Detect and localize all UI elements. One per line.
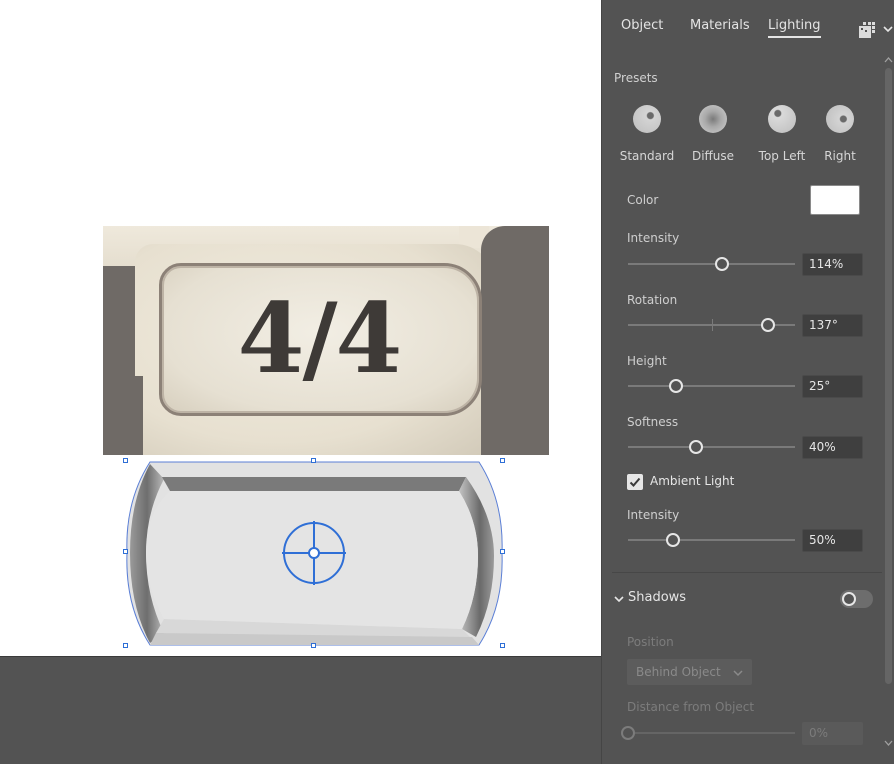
selection-handle-bottom-left[interactable]: [123, 643, 128, 648]
shadow-position-label: Position: [627, 635, 674, 649]
preset-label: Right: [824, 149, 856, 163]
ambient-intensity-field[interactable]: 50%: [802, 529, 863, 552]
slider-knob[interactable]: [666, 533, 681, 547]
chevron-down-icon[interactable]: [614, 594, 624, 604]
section-divider: [612, 572, 882, 573]
3d-rotate-widget-icon[interactable]: [281, 520, 347, 586]
artboard-canvas[interactable]: 4/4: [0, 0, 601, 656]
slider-knob[interactable]: [669, 379, 684, 393]
intensity-field[interactable]: 114%: [802, 253, 863, 276]
checkmark-icon: [629, 477, 641, 487]
preset-top-left[interactable]: Top Left: [752, 105, 812, 163]
selection-handle-top-right[interactable]: [500, 458, 505, 463]
slider-knob[interactable]: [621, 726, 635, 740]
tab-lighting[interactable]: Lighting: [768, 18, 821, 38]
slider-center-tick: [711, 319, 713, 331]
slider-knob[interactable]: [761, 318, 776, 332]
selection-handle-bottom[interactable]: [311, 643, 316, 648]
selection-handle-bottom-right[interactable]: [500, 643, 505, 648]
tab-object[interactable]: Object: [621, 18, 663, 33]
shadow-distance-slider[interactable]: [621, 726, 795, 740]
reference-photo[interactable]: 4/4: [103, 226, 549, 455]
preset-standard-icon: [633, 105, 661, 133]
slider-track: [628, 539, 795, 541]
preset-right-icon: [826, 105, 854, 133]
slider-knob[interactable]: [714, 257, 729, 271]
shadow-distance-label: Distance from Object: [627, 700, 755, 714]
pasteboard[interactable]: [0, 657, 601, 764]
height-slider[interactable]: [628, 379, 795, 393]
slider-track: [628, 263, 795, 265]
shadow-position-select[interactable]: Behind Object: [627, 659, 752, 685]
shadows-heading[interactable]: Shadows: [628, 590, 686, 605]
rotation-slider[interactable]: [628, 318, 795, 332]
preset-label: Diffuse: [691, 149, 735, 163]
slider-track: [628, 732, 795, 734]
slider-knob[interactable]: [689, 440, 704, 454]
ambient-light-label[interactable]: Ambient Light: [650, 474, 734, 488]
intensity-slider[interactable]: [628, 257, 795, 271]
tab-materials[interactable]: Materials: [690, 18, 750, 33]
rotation-field[interactable]: 137°: [802, 314, 863, 337]
color-label: Color: [627, 193, 659, 207]
chevron-down-icon[interactable]: [883, 24, 893, 34]
rotation-label: Rotation: [627, 293, 678, 307]
ambient-intensity-label: Intensity: [627, 508, 680, 522]
selection-handle-left[interactable]: [123, 549, 128, 554]
panel-menu-icon[interactable]: [858, 21, 876, 39]
softness-slider[interactable]: [628, 440, 795, 454]
selection-handle-top-left[interactable]: [123, 458, 128, 463]
slider-track: [628, 385, 795, 387]
chevron-down-icon: [733, 670, 743, 677]
toggle-knob: [842, 592, 856, 606]
light-color-swatch[interactable]: [810, 185, 860, 215]
preset-diffuse[interactable]: Diffuse: [683, 105, 743, 163]
slider-track: [628, 446, 795, 448]
scrollbar-thumb[interactable]: [885, 68, 892, 684]
ambient-light-checkbox[interactable]: [627, 474, 643, 490]
presets-heading: Presets: [614, 71, 658, 85]
shadow-distance-field[interactable]: 0%: [802, 722, 863, 745]
shadows-toggle[interactable]: [840, 590, 873, 608]
shadow-position-value: Behind Object: [636, 665, 721, 679]
ambient-intensity-slider[interactable]: [628, 533, 795, 547]
selection-handle-right[interactable]: [500, 549, 505, 554]
photo-shadow-right: [481, 226, 549, 455]
selection-handle-top[interactable]: [311, 458, 316, 463]
height-label: Height: [627, 354, 667, 368]
preset-label: Top Left: [758, 149, 806, 163]
photo-label-text: 4/4: [237, 282, 403, 395]
preset-diffuse-icon: [699, 105, 727, 133]
preset-standard[interactable]: Standard: [617, 105, 677, 163]
softness-field[interactable]: 40%: [802, 436, 863, 459]
photo-shadow-left: [103, 376, 143, 455]
preset-top-left-icon: [768, 105, 796, 133]
softness-label: Softness: [627, 415, 679, 429]
preset-right[interactable]: Right: [810, 105, 870, 163]
intensity-label: Intensity: [627, 231, 680, 245]
height-field[interactable]: 25°: [802, 375, 863, 398]
preset-label: Standard: [619, 149, 675, 163]
